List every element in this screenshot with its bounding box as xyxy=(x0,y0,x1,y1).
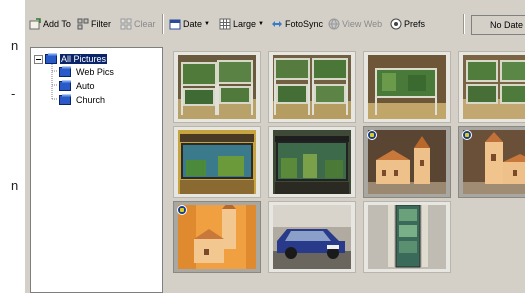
splitter[interactable] xyxy=(163,47,170,293)
tree-expander[interactable] xyxy=(34,54,43,65)
church-model-photo xyxy=(463,130,525,194)
minus-icon xyxy=(34,55,43,64)
aquarium-stands-photo xyxy=(178,55,256,119)
prefs-label: Prefs xyxy=(404,19,426,29)
size-label: Large xyxy=(233,19,257,29)
album-icon xyxy=(59,80,71,91)
clear-icon xyxy=(120,18,132,30)
folder-tree[interactable]: All Pictures Web Pics Auto Church xyxy=(30,47,163,293)
prefs-button[interactable]: Prefs xyxy=(390,16,425,32)
clear-button[interactable]: Clear xyxy=(120,16,156,32)
tree-item-label: Auto xyxy=(76,80,95,91)
fotosync-label: FotoSync xyxy=(285,19,324,29)
tree-item-auto[interactable]: Auto xyxy=(59,80,96,91)
calendar-icon xyxy=(169,18,181,30)
date-dropdown-button[interactable]: Date ▼ xyxy=(169,16,210,32)
filter-label: Filter xyxy=(91,19,111,29)
thumbnail-cell-selected[interactable] xyxy=(363,126,451,198)
thumbnail-cell[interactable] xyxy=(363,201,451,273)
display-cabinet-photo xyxy=(368,205,446,269)
toolbar-separator xyxy=(463,14,465,34)
filter-icon xyxy=(77,18,89,30)
strip-char: - xyxy=(11,86,16,101)
clear-label: Clear xyxy=(134,19,156,29)
tag-badge-icon xyxy=(367,130,377,140)
aquarium-stands-photo xyxy=(368,55,446,119)
background-document-strip: n - n xyxy=(0,0,25,293)
add-to-button[interactable]: Add To xyxy=(29,16,71,32)
tree-item-web-pics[interactable]: Web Pics xyxy=(59,66,115,77)
strip-char: n xyxy=(11,178,19,193)
globe-icon xyxy=(328,18,340,30)
thumbnail-cell[interactable] xyxy=(173,51,261,123)
church-model-photo xyxy=(178,205,256,269)
picture-manager-window: Add To Filter Clear Date ▼ Large ▼ FotoS… xyxy=(25,0,525,293)
thumbnail-cell[interactable] xyxy=(363,51,451,123)
chevron-down-icon: ▼ xyxy=(204,21,210,27)
tree-item-label: Web Pics xyxy=(76,66,114,77)
blue-car-photo xyxy=(273,205,351,269)
tree-item-church[interactable]: Church xyxy=(59,94,106,105)
sync-arrows-icon xyxy=(271,18,283,30)
thumbnail-cell[interactable] xyxy=(173,126,261,198)
thumbnail-cell[interactable] xyxy=(458,51,525,123)
tree-item-label: Church xyxy=(76,94,106,105)
thumbnail-cell-selected[interactable] xyxy=(458,126,525,198)
album-icon xyxy=(59,66,71,77)
thumbnail-cell[interactable] xyxy=(268,201,356,273)
tree-item-all-pictures[interactable]: All Pictures xyxy=(45,53,108,64)
add-to-label: Add To xyxy=(43,19,71,29)
view-web-button[interactable]: View Web xyxy=(328,16,382,32)
add-to-icon xyxy=(29,18,41,30)
thumbnail-grid[interactable] xyxy=(170,47,525,293)
filter-button[interactable]: Filter xyxy=(77,16,111,32)
aquarium-tank-photo xyxy=(273,130,351,194)
toolbar: Add To Filter Clear Date ▼ Large ▼ FotoS… xyxy=(25,8,525,38)
aquarium-stands-photo xyxy=(463,55,525,119)
thumbnail-cell[interactable] xyxy=(268,126,356,198)
tag-badge-icon xyxy=(177,205,187,215)
album-icon xyxy=(59,94,71,105)
tree-item-label: All Pictures xyxy=(60,53,108,64)
aquarium-stands-photo xyxy=(273,55,351,119)
album-icon xyxy=(45,53,57,64)
view-web-label: View Web xyxy=(342,19,383,29)
date-label: Date xyxy=(183,19,203,29)
church-model-photo xyxy=(368,130,446,194)
thumbnail-cell-selected[interactable] xyxy=(173,201,261,273)
size-dropdown-button[interactable]: Large ▼ xyxy=(219,16,264,32)
toolbar-separator xyxy=(162,14,164,34)
aquarium-tank-photo xyxy=(178,130,256,194)
fotosync-button[interactable]: FotoSync xyxy=(271,16,323,32)
date-status-field: No Date xyxy=(471,15,525,35)
prefs-icon xyxy=(390,18,402,30)
chevron-down-icon: ▼ xyxy=(258,21,264,27)
strip-char: n xyxy=(11,38,19,53)
thumbnail-cell[interactable] xyxy=(268,51,356,123)
grid-size-icon xyxy=(219,18,231,30)
tag-badge-icon xyxy=(462,130,472,140)
